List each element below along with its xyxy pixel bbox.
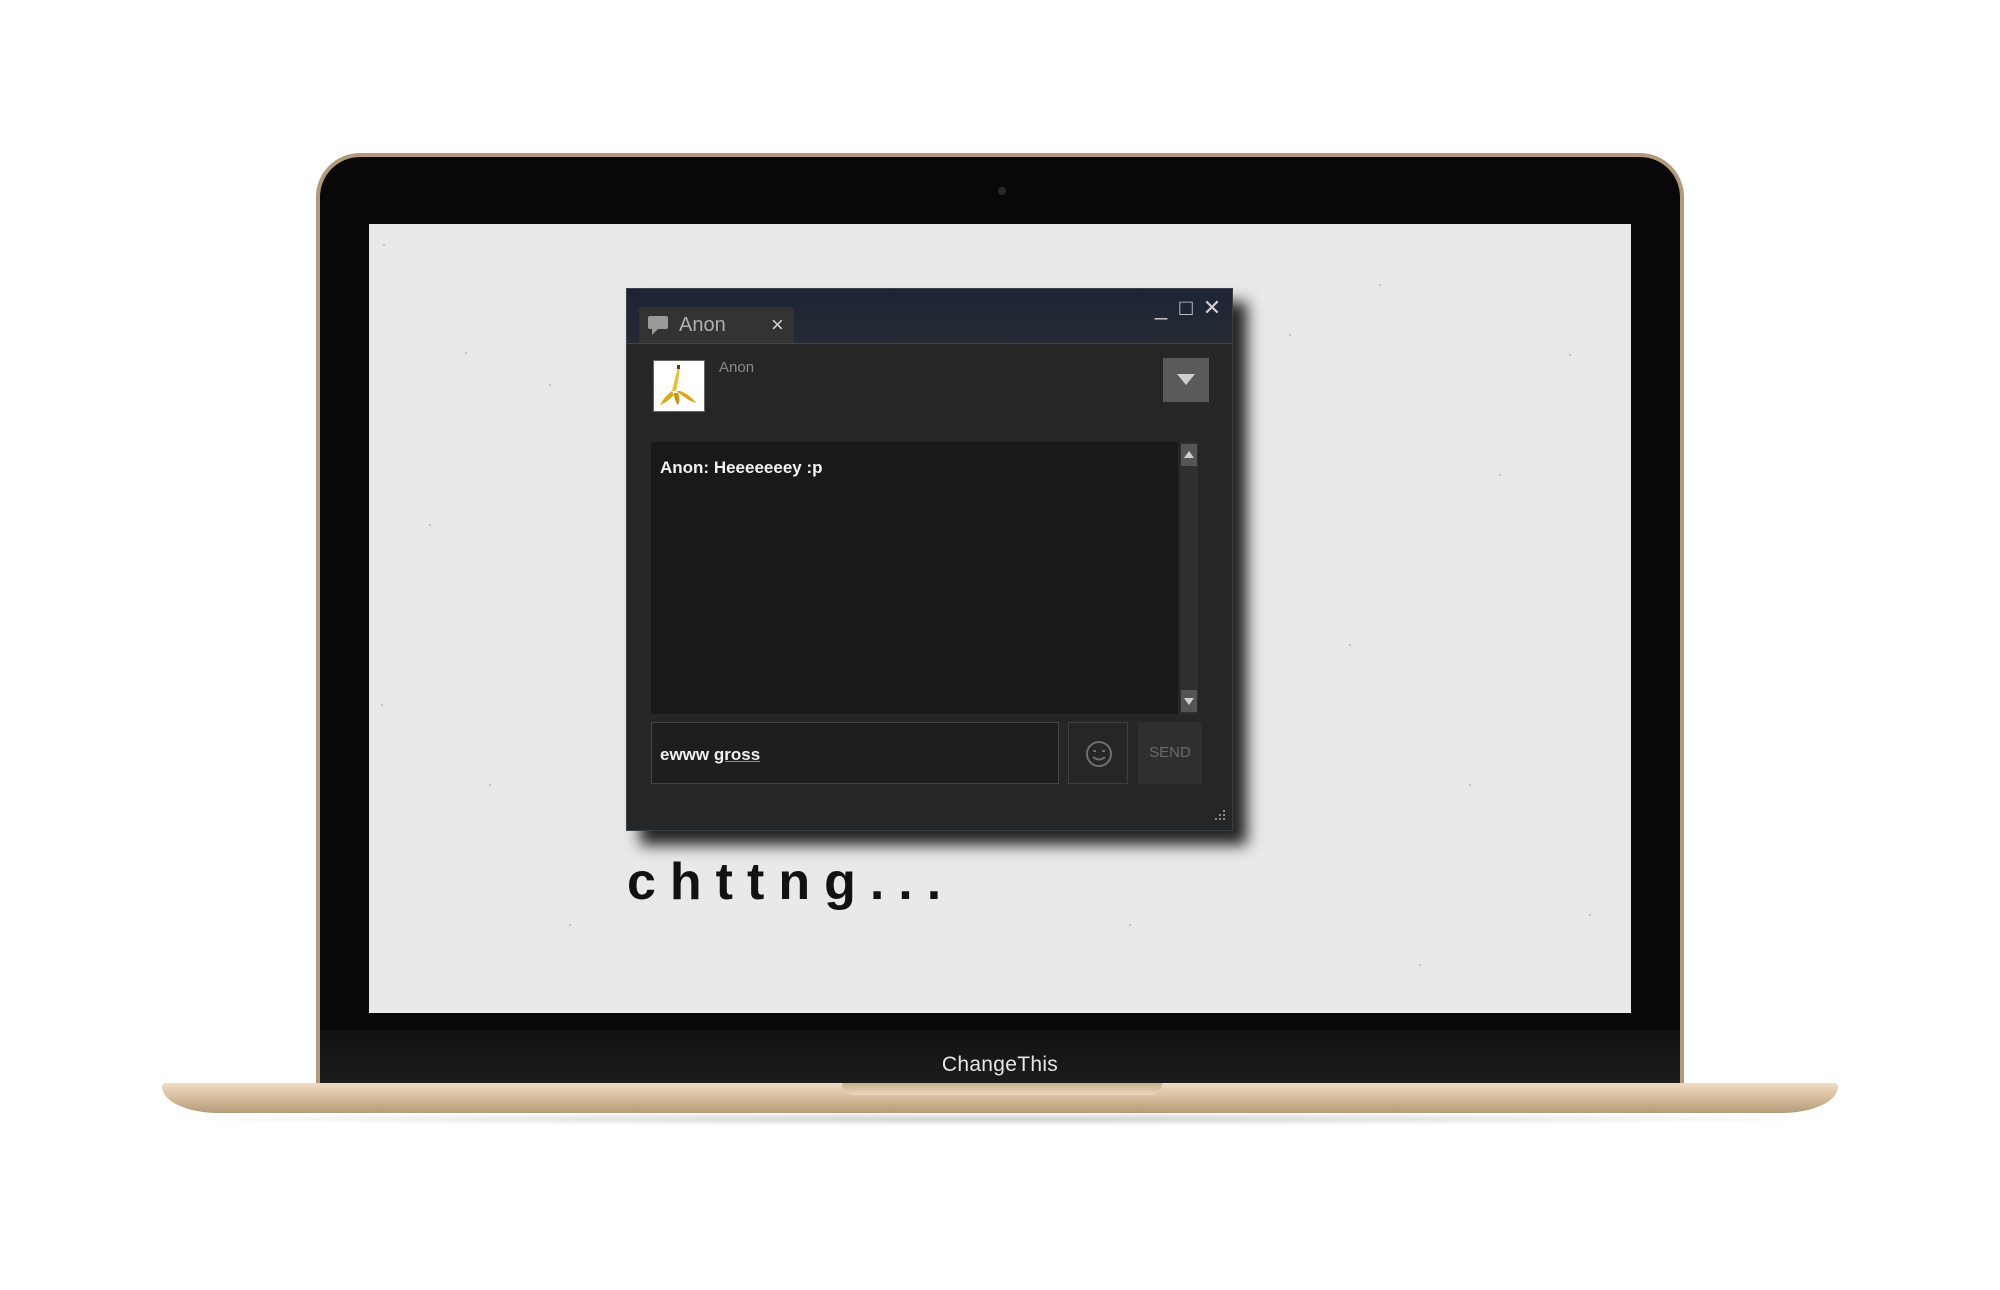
chevron-down-icon <box>1177 374 1195 385</box>
caption-text: chttng... <box>627 853 956 911</box>
send-button[interactable]: SEND <box>1138 722 1202 784</box>
paper-speck <box>489 784 491 786</box>
maximize-icon[interactable]: □ <box>1175 297 1197 319</box>
message-log[interactable]: Anon: Heeeeeeey :p <box>651 442 1178 714</box>
minimize-icon[interactable]: _ <box>1150 297 1172 319</box>
paper-speck <box>1469 784 1471 786</box>
message-input[interactable]: ewww gross <box>651 722 1059 784</box>
tab-label: Anon <box>679 314 726 336</box>
paper-speck <box>1379 284 1381 286</box>
screen: Anon × _ □ ✕ Anon Anon: Heeeeeeey:p eww… <box>369 224 1631 1013</box>
window-close-icon[interactable]: ✕ <box>1201 297 1223 319</box>
scroll-down-button[interactable] <box>1181 690 1197 712</box>
laptop-brand-label: ChangeThis <box>941 1053 1059 1076</box>
paper-speck <box>1289 334 1291 336</box>
friend-header: Anon <box>627 344 1232 434</box>
paper-speck <box>383 244 385 246</box>
paper-speck <box>429 524 431 526</box>
tab-close-icon[interactable]: × <box>771 312 784 338</box>
paper-speck <box>1419 964 1421 966</box>
input-text: ewww <box>660 745 714 764</box>
paper-speck <box>1589 914 1591 916</box>
scroll-up-button[interactable] <box>1181 444 1197 466</box>
banana-peel-icon <box>660 365 696 405</box>
paper-speck <box>1349 644 1351 646</box>
laptop-shadow <box>140 1112 1860 1126</box>
resize-grip-icon[interactable] <box>1212 808 1228 829</box>
tab-anon[interactable]: Anon × <box>639 307 794 343</box>
paper-speck <box>1569 354 1571 356</box>
laptop-notch <box>842 1083 1162 1095</box>
chat-window: Anon × _ □ ✕ Anon Anon: Heeeeeeey:p eww… <box>626 288 1233 831</box>
message-scrollbar[interactable] <box>1180 442 1198 714</box>
friend-avatar[interactable] <box>653 360 705 412</box>
emoji-button[interactable] <box>1068 722 1128 784</box>
paper-speck <box>1499 474 1501 476</box>
input-text-misspelled: gross <box>713 745 761 764</box>
paper-speck <box>465 352 467 354</box>
paper-speck <box>1129 924 1131 926</box>
arrow-down-icon <box>1184 698 1194 705</box>
paper-speck <box>569 924 571 926</box>
paper-speck <box>381 704 383 706</box>
friend-name: Anon <box>719 359 755 376</box>
arrow-up-icon <box>1184 451 1194 458</box>
message-line: Anon: Heeeeeeey :p <box>660 458 823 477</box>
chat-titlebar[interactable]: Anon × _ □ ✕ <box>627 289 1232 344</box>
webcam <box>998 187 1006 195</box>
paper-speck <box>549 384 551 386</box>
smiley-icon <box>1086 741 1112 767</box>
speech-bubble-icon <box>647 314 671 341</box>
friend-options-button[interactable] <box>1163 358 1209 402</box>
